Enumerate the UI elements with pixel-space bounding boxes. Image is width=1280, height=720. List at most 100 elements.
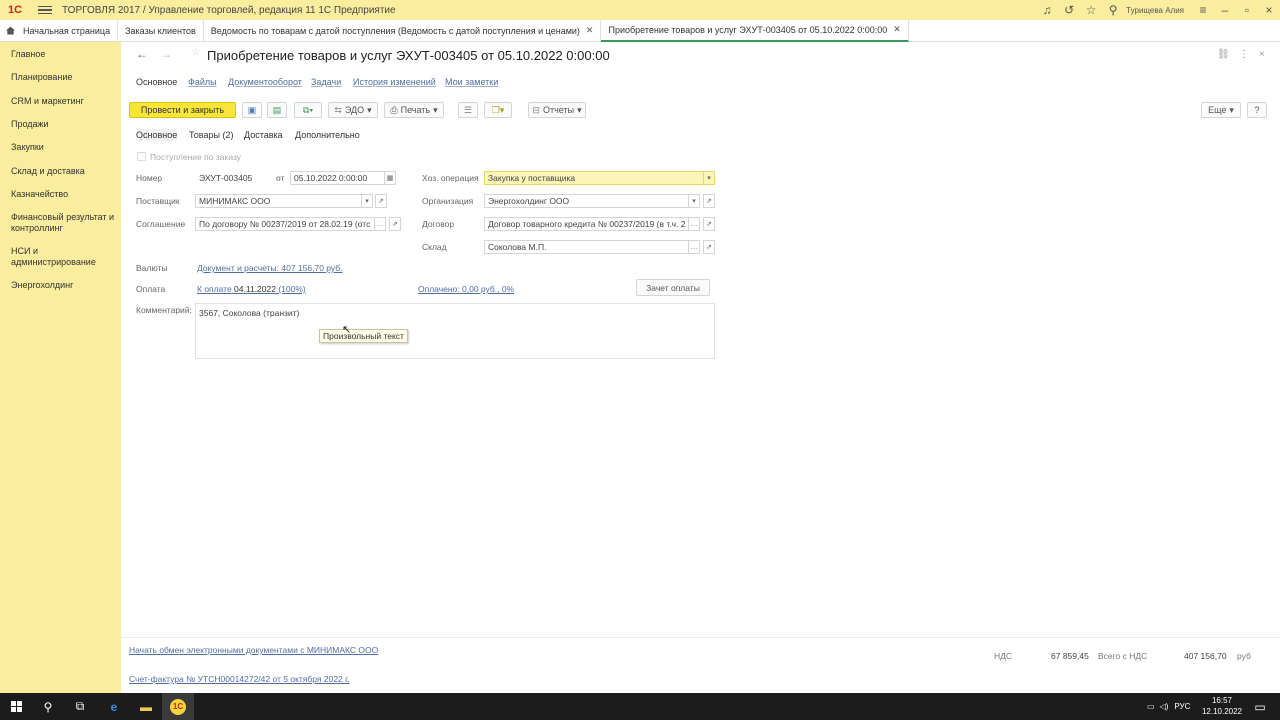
nav-history[interactable]: История изменений (353, 77, 436, 87)
agreement-field[interactable]: По договору № 00237/2019 от 28.02.19 (от… (195, 217, 375, 231)
subtab-additional[interactable]: Дополнительно (295, 130, 360, 140)
main-menu-icon[interactable] (38, 4, 52, 17)
open-link-icon[interactable]: ⇗ (703, 240, 715, 254)
nav-docflow[interactable]: Документооборот (228, 77, 302, 87)
sidebar-item-nsi[interactable]: НСИ и администрирование (11, 246, 117, 268)
help-button[interactable]: ? (1247, 102, 1267, 118)
structure-button[interactable]: ☰ (458, 102, 478, 118)
open-link-icon[interactable]: ⇗ (703, 194, 715, 208)
title-bar: 1С ТОРГОВЛЯ 2017 / Управление торговлей,… (0, 0, 1280, 20)
chevron-down-icon[interactable]: ▾ (688, 194, 700, 208)
edo-icon: ⇆ (334, 104, 342, 115)
link-icon[interactable]: ⛓ (1217, 49, 1230, 60)
tab-goods-report[interactable]: Ведомость по товарам с датой поступления… (204, 19, 602, 42)
tab-label: Ведомость по товарам с датой поступления… (210, 25, 580, 36)
search-icon[interactable]: ⚲ (1102, 3, 1124, 17)
bell-icon[interactable]: ♫ (1036, 3, 1058, 17)
sidebar-item-crm[interactable]: CRM и маркетинг (11, 96, 117, 107)
vat-label: НДС (994, 651, 1013, 661)
file-explorer-icon[interactable]: ▬ (130, 693, 162, 720)
favorite-icon[interactable]: ☆ (191, 47, 200, 58)
tab-home[interactable]: Начальная страница (0, 19, 119, 42)
footer-divider (121, 637, 1280, 638)
edge-browser-icon[interactable]: e (98, 693, 130, 720)
chevron-down-icon[interactable]: ▾ (703, 171, 715, 185)
system-clock[interactable]: 16:57 12.10.2022 (1202, 695, 1242, 717)
onec-app-icon[interactable]: 1С (162, 693, 194, 720)
star-icon[interactable]: ☆ (1080, 3, 1102, 17)
attach-button[interactable]: ❐▾ (484, 102, 512, 118)
close-form-icon[interactable]: × (1259, 49, 1265, 60)
sidebar-item-warehouse[interactable]: Склад и доставка (11, 166, 117, 177)
operation-field[interactable]: Закупка у поставщика (484, 171, 704, 185)
user-name[interactable]: Турищева Алия (1126, 6, 1184, 15)
open-link-icon[interactable]: ⇗ (375, 194, 387, 208)
close-icon[interactable]: ✕ (893, 24, 901, 35)
more-button[interactable]: Еще ▾ (1201, 102, 1241, 118)
sidebar-item-purchases[interactable]: Закупки (11, 142, 117, 153)
notifications-icon[interactable]: ▭ (1246, 693, 1274, 720)
select-icon[interactable]: … (688, 240, 700, 254)
save-button[interactable]: ▣ (242, 102, 262, 118)
close-icon[interactable]: ✕ (586, 25, 594, 36)
minimize-icon[interactable]: – (1214, 3, 1236, 17)
open-link-icon[interactable]: ⇗ (703, 217, 715, 231)
print-button[interactable]: ⎙ Печать ▾ (384, 102, 444, 118)
post-icon: ▤ (272, 104, 282, 115)
speaker-icon[interactable]: ◁) (1160, 702, 1169, 711)
currency-label: Валюты (136, 263, 168, 273)
post-and-close-button[interactable]: Провести и закрыть (129, 102, 236, 118)
create-based-on-button[interactable]: ⧉▾ (294, 102, 322, 118)
history-icon[interactable]: ↺ (1058, 3, 1080, 17)
windows-start-icon[interactable] (0, 693, 32, 720)
supplier-field[interactable]: МИНИМАКС ООО (195, 194, 362, 208)
create-based-icon: ⧉▾ (302, 104, 314, 115)
more-vert-icon[interactable]: ⋮ (1239, 49, 1249, 60)
sidebar-item-sales[interactable]: Продажи (11, 119, 117, 130)
forward-arrow-icon[interactable]: → (160, 47, 172, 61)
subtab-main[interactable]: Основное (136, 129, 178, 141)
subtab-delivery[interactable]: Доставка (244, 130, 283, 140)
sidebar-item-main[interactable]: Главное (11, 49, 117, 60)
tab-client-orders[interactable]: Заказы клиентов (118, 19, 204, 42)
by-order-checkbox[interactable] (137, 152, 146, 161)
comment-textarea[interactable]: 3567, Соколова (транзит) (195, 303, 715, 359)
currency-link[interactable]: Документ и расчеты: 407 156,70 руб. (197, 263, 343, 273)
nav-tasks[interactable]: Задачи (311, 77, 341, 87)
to-pay-link[interactable]: К оплате 04.11.2022 (100%) (197, 284, 306, 294)
task-view-icon[interactable]: ⧉ (64, 693, 96, 720)
network-icon[interactable]: ▭ (1147, 702, 1155, 711)
tab-purchase-document[interactable]: Приобретение товаров и услуг ЭХУТ-003405… (601, 19, 909, 42)
edo-exchange-link[interactable]: Начать обмен электронными документами с … (129, 645, 378, 655)
language-indicator[interactable]: РУС (1174, 702, 1190, 711)
warehouse-field[interactable]: Соколова М.П. (484, 240, 689, 254)
edo-button[interactable]: ⇆ ЭДО ▾ (328, 102, 378, 118)
close-window-icon[interactable]: × (1258, 3, 1280, 17)
settings-icon[interactable]: ≡ (1192, 3, 1214, 17)
paid-link[interactable]: Оплачено: 0,00 руб., 0% (418, 284, 514, 294)
reports-button[interactable]: ⊟ Отчеты ▾ (528, 102, 586, 118)
nav-files[interactable]: Файлы (188, 77, 217, 87)
select-icon[interactable]: … (374, 217, 386, 231)
calendar-icon[interactable]: ▦ (384, 171, 396, 185)
number-field[interactable]: ЭХУТ-003405 (195, 171, 267, 185)
chevron-down-icon[interactable]: ▾ (361, 194, 373, 208)
open-link-icon[interactable]: ⇗ (389, 217, 401, 231)
organization-field[interactable]: Энергохолдинг ООО (484, 194, 689, 208)
nav-main[interactable]: Основное (136, 77, 177, 87)
subtab-goods[interactable]: Товары (2) (189, 130, 233, 140)
maximize-icon[interactable]: ▫ (1236, 3, 1258, 17)
sidebar-item-energo[interactable]: Энергохолдинг (11, 280, 117, 291)
sidebar-item-treasury[interactable]: Казначейство (11, 189, 117, 200)
search-icon[interactable]: ⚲ (32, 693, 64, 720)
select-icon[interactable]: … (688, 217, 700, 231)
sidebar-item-planning[interactable]: Планирование (11, 72, 117, 83)
offset-payment-button[interactable]: Зачет оплаты (636, 279, 710, 296)
post-button[interactable]: ▤ (267, 102, 287, 118)
back-arrow-icon[interactable]: ← (136, 47, 148, 61)
nav-notes[interactable]: Мои заметки (445, 77, 498, 87)
invoice-link[interactable]: Счет-фактура № УТСН00014272/42 от 5 октя… (129, 674, 350, 684)
contract-field[interactable]: Договор товарного кредита № 00237/2019 (… (484, 217, 689, 231)
sidebar-item-finance[interactable]: Финансовый результат и контроллинг (11, 212, 117, 234)
date-field[interactable]: 05.10.2022 0:00:00 (290, 171, 385, 185)
